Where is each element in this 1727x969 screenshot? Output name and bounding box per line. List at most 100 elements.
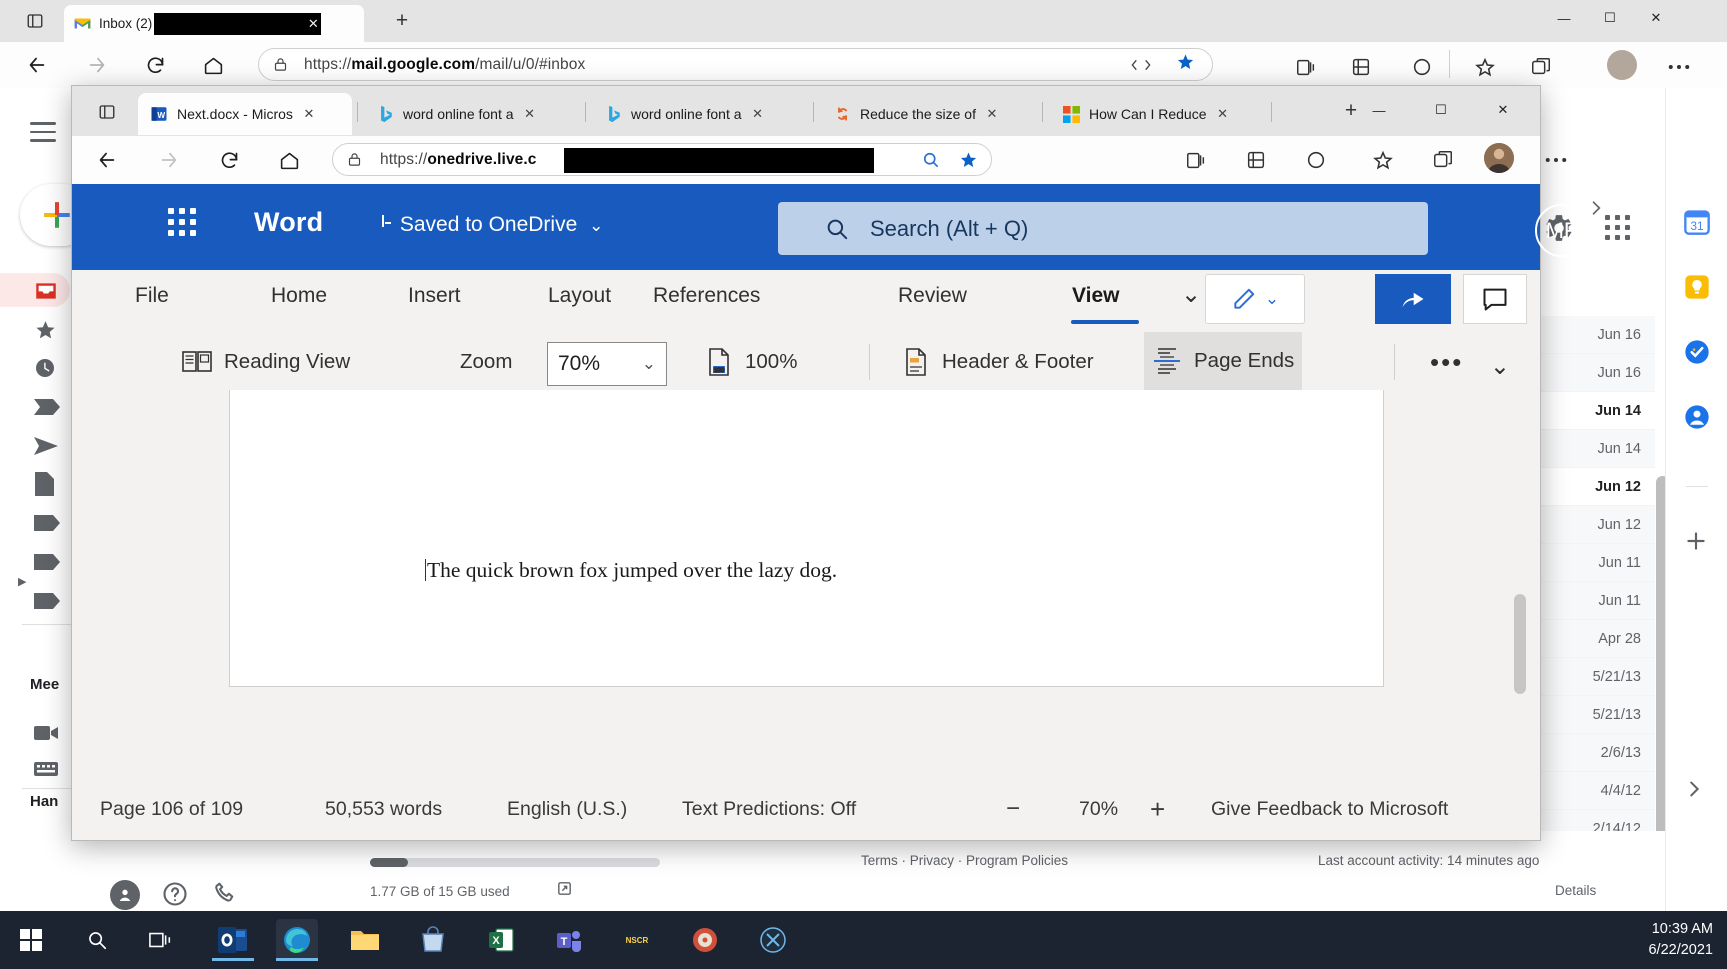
chrome-taskbar-icon[interactable] [752, 919, 794, 961]
inner-tab-3[interactable]: Reduce the size of ✕ [822, 93, 1037, 135]
chat-status-icon[interactable] [161, 880, 189, 908]
close-icon[interactable]: ✕ [303, 14, 323, 34]
inner-favorites-icon[interactable] [1364, 141, 1402, 179]
main-menu-icon[interactable] [30, 122, 56, 142]
mail-list-row[interactable]: Jun 11 [1535, 582, 1655, 620]
favorites-icon[interactable] [1466, 48, 1504, 86]
sidebar-item-drafts[interactable] [33, 469, 69, 499]
mail-list-row[interactable]: Jun 16 [1535, 354, 1655, 392]
profile-avatar[interactable] [1607, 50, 1637, 80]
inner-tab-1[interactable]: word online font a ✕ [366, 93, 580, 135]
sidebar-item-starred[interactable] [33, 314, 69, 344]
teams-taskbar-icon[interactable]: T [548, 919, 590, 961]
maximize-window-button[interactable]: ☐ [1587, 0, 1633, 36]
word-app-name[interactable]: Word [254, 207, 323, 238]
tab-home[interactable]: Home [271, 284, 327, 308]
inner-favorite-star-icon[interactable] [958, 149, 979, 170]
inner-maximize-button[interactable]: ☐ [1418, 92, 1464, 128]
tab-actions-icon[interactable] [18, 6, 52, 36]
page-width-button[interactable]: 100 100% [697, 342, 805, 382]
google-tasks-icon[interactable] [1683, 338, 1711, 366]
nascar-taskbar-icon[interactable]: NSCR [616, 919, 658, 961]
chat-avatar-icon[interactable] [110, 880, 140, 910]
inner-extensions-icon[interactable] [1237, 141, 1275, 179]
mail-list-row[interactable]: Jun 11 [1535, 544, 1655, 582]
share-button[interactable] [1375, 274, 1451, 324]
close-icon[interactable]: ✕ [1213, 104, 1233, 124]
mail-list-row[interactable]: Jun 14 [1535, 430, 1655, 468]
tab-layout[interactable]: Layout [548, 284, 611, 308]
expand-categories-icon[interactable]: ▶ [18, 575, 26, 588]
tab-insert[interactable]: Insert [408, 284, 461, 308]
tab-review[interactable]: Review [898, 284, 967, 308]
split-screen-icon[interactable] [1130, 57, 1152, 73]
sidebar-item-category-2[interactable] [33, 547, 69, 577]
expand-right-rail-icon[interactable] [1683, 778, 1711, 806]
comments-button[interactable] [1463, 274, 1527, 324]
tab-view[interactable]: View [1072, 284, 1119, 308]
new-tab-button[interactable]: + [388, 7, 416, 35]
close-window-button[interactable]: ✕ [1633, 0, 1679, 36]
mail-list-row[interactable]: Jun 12 [1535, 506, 1655, 544]
sidebar-item-category-3[interactable] [33, 586, 69, 616]
phone-icon[interactable] [212, 880, 240, 908]
inner-tab-2[interactable]: word online font a ✕ [594, 93, 808, 135]
outlook-taskbar-icon[interactable] [212, 919, 254, 961]
text-predictions-status[interactable]: Text Predictions: Off [682, 798, 856, 821]
inner-back-button[interactable] [88, 141, 126, 179]
extensions-icon[interactable] [1342, 48, 1380, 86]
chevron-down-icon[interactable]: ⌄ [642, 354, 656, 374]
refresh-button[interactable] [136, 46, 174, 84]
add-to-favorites-bar-icon[interactable] [1522, 48, 1560, 86]
save-status[interactable]: Saved to OneDrive ⌄ [378, 213, 603, 237]
home-button[interactable] [194, 46, 232, 84]
settings-and-more-icon[interactable] [1660, 48, 1698, 86]
zoom-in-button[interactable]: + [1150, 794, 1165, 825]
sidebar-item-important[interactable] [33, 392, 69, 422]
close-icon[interactable]: ✕ [982, 104, 1002, 124]
chevron-down-icon[interactable]: ⌄ [1265, 289, 1279, 309]
inner-address-bar[interactable]: https://onedrive.live.c [332, 143, 992, 176]
google-calendar-icon[interactable]: 31 [1683, 208, 1711, 236]
search-input[interactable]: Search (Alt + Q) [778, 202, 1428, 255]
inner-tab-actions-icon[interactable] [90, 97, 124, 127]
header-footer-button[interactable]: Header & Footer [894, 342, 1102, 382]
document-scrollbar[interactable] [1514, 594, 1526, 694]
task-view-icon[interactable] [140, 919, 182, 961]
document-page[interactable]: The quick brown fox jumped over the lazy… [229, 390, 1384, 687]
sidebar-item-join-meeting[interactable] [33, 754, 69, 784]
taskbar-clock[interactable]: 10:39 AM 6/22/2021 [1648, 919, 1713, 961]
outer-tab-gmail[interactable]: Inbox (2) ✕ [64, 5, 364, 42]
account-details-link[interactable]: Details [1555, 883, 1596, 898]
zoom-select[interactable]: 70% ⌄ [547, 342, 667, 386]
sidebar-item-category-1[interactable] [33, 508, 69, 538]
favorite-star-icon[interactable] [1175, 51, 1196, 78]
inner-refresh-button[interactable] [210, 141, 248, 179]
mail-list-row[interactable]: 4/4/12 [1535, 772, 1655, 810]
google-contacts-icon[interactable] [1683, 403, 1711, 431]
inner-add-favorites-bar-icon[interactable] [1424, 141, 1462, 179]
store-taskbar-icon[interactable] [412, 919, 454, 961]
sidebar-item-new-meeting[interactable] [33, 718, 69, 748]
inner-minimize-button[interactable]: — [1356, 92, 1402, 128]
zoom-out-button[interactable]: − [1006, 795, 1020, 823]
mail-list-row[interactable]: 2/6/13 [1535, 734, 1655, 772]
inner-essentials-icon[interactable] [1297, 141, 1335, 179]
storage-external-link-icon[interactable] [556, 880, 573, 897]
reading-view-button[interactable]: Reading View [174, 342, 358, 382]
mail-list-row[interactable]: Jun 14 [1535, 392, 1655, 430]
inner-close-button[interactable]: ✕ [1480, 92, 1526, 128]
more-commands-button[interactable]: ••• [1422, 342, 1471, 382]
mail-list-row[interactable]: Jun 12 [1535, 468, 1655, 506]
gmail-footer-links[interactable]: Terms · Privacy · Program Policies [861, 853, 1068, 868]
mail-list-expand-icon[interactable] [1586, 198, 1608, 220]
collections-icon[interactable] [1287, 48, 1325, 86]
office-app-launcher-icon[interactable] [168, 208, 204, 244]
google-apps-icon[interactable] [1605, 215, 1633, 243]
word-count-status[interactable]: 50,553 words [325, 798, 442, 821]
inner-profile-avatar[interactable] [1484, 143, 1514, 173]
mail-list-row[interactable]: 5/21/13 [1535, 696, 1655, 734]
chevron-down-icon[interactable]: ⌄ [589, 216, 603, 235]
inner-tab-4[interactable]: How Can I Reduce ✕ [1051, 93, 1266, 135]
file-explorer-taskbar-icon[interactable] [344, 919, 386, 961]
